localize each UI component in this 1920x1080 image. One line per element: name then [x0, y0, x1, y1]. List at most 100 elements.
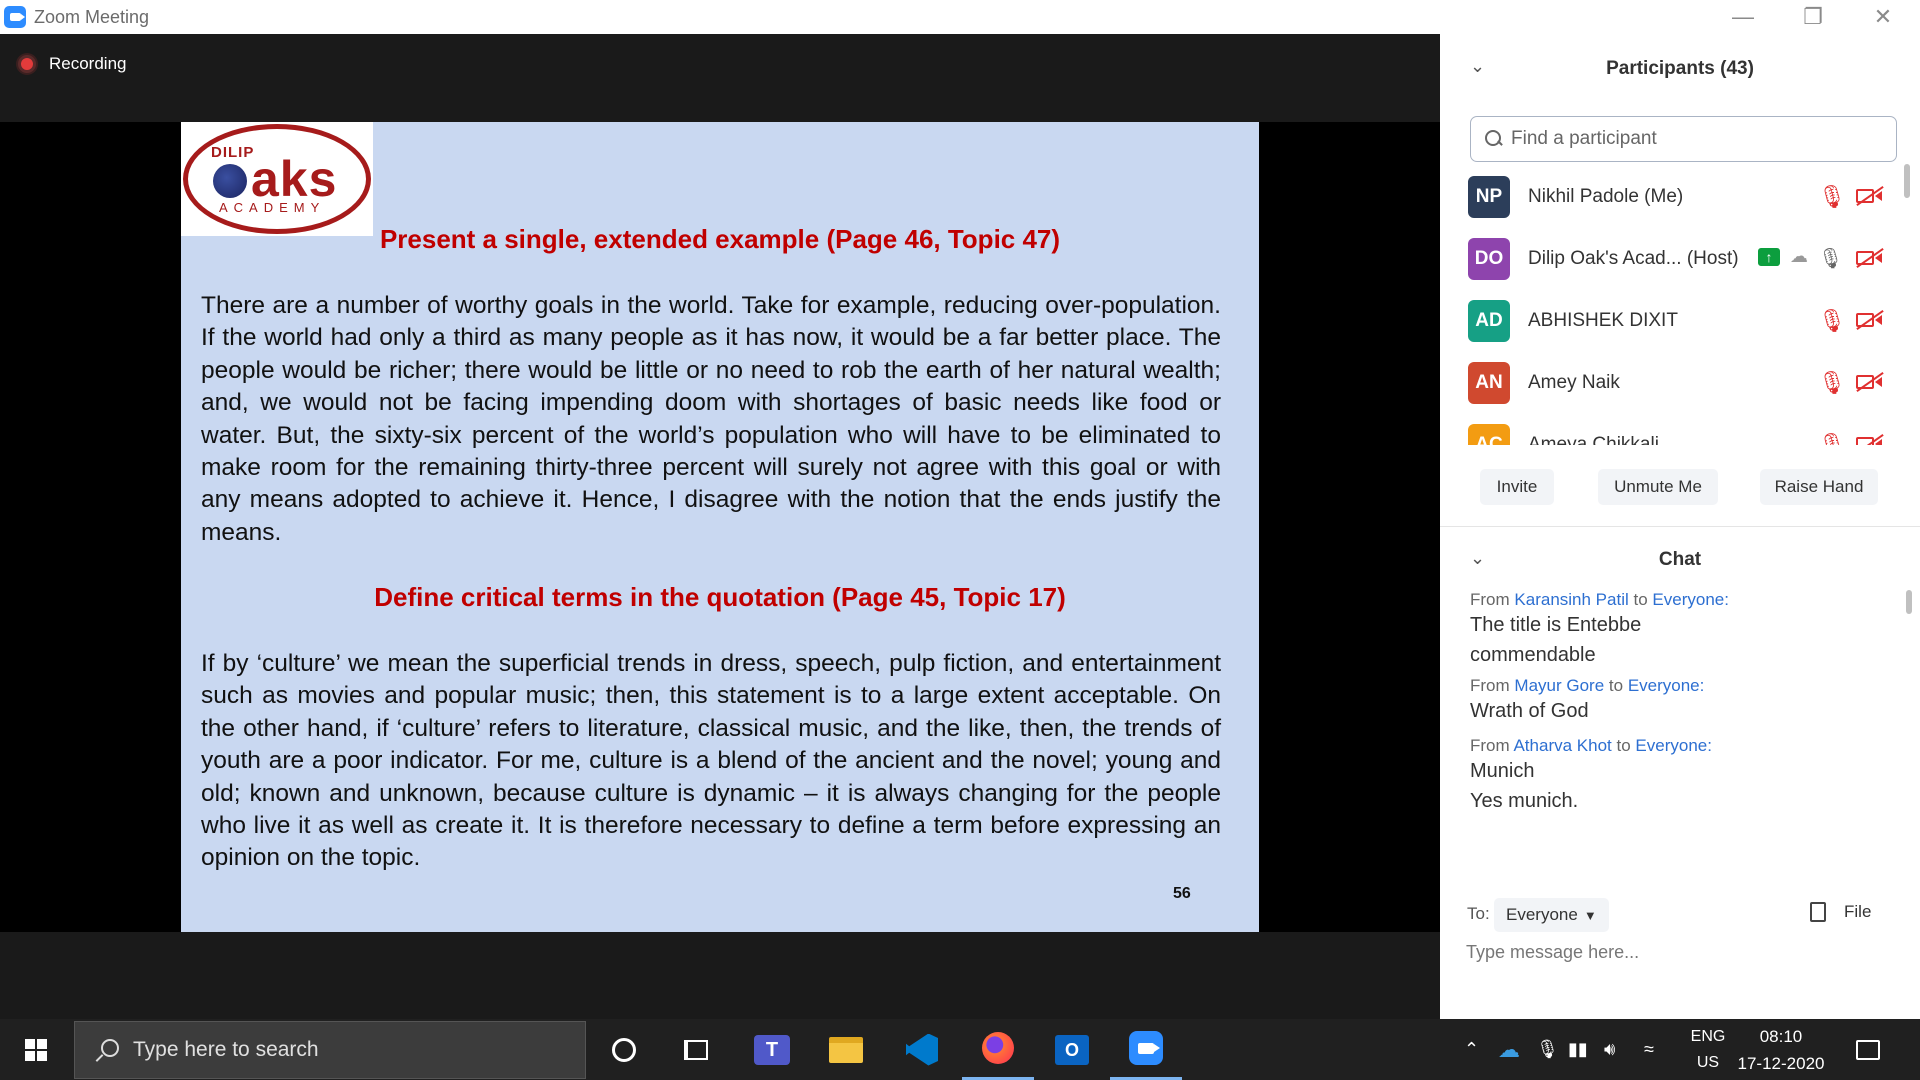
find-participant-input[interactable] — [1511, 128, 1891, 150]
volume-icon[interactable]: 🔊︎ — [1604, 1019, 1615, 1080]
logo-text-top: DILIP — [211, 144, 255, 161]
file-label: File — [1844, 902, 1872, 921]
microphone-icon[interactable]: 🎙︎ — [1536, 1019, 1559, 1080]
unmute-me-button[interactable]: Unmute Me — [1598, 469, 1718, 505]
recording-indicator[interactable]: Recording — [18, 54, 127, 74]
avatar: AN — [1468, 362, 1510, 404]
meeting-view: Recording DILIP aks ACADEMY Present a si… — [0, 34, 1440, 1019]
language-code: ENG — [1690, 1027, 1726, 1045]
slide-paragraph-1: There are a number of worthy goals in th… — [201, 292, 1221, 546]
start-button[interactable] — [0, 1019, 72, 1080]
mic-muted-icon[interactable]: 🎙︎ — [1818, 432, 1846, 445]
minimize-button[interactable]: — — [1708, 0, 1778, 34]
firefox-button[interactable] — [962, 1019, 1034, 1080]
to-label: To: — [1467, 904, 1490, 923]
participants-header: ⌄ Participants (43) — [1440, 34, 1920, 104]
battery-icon[interactable]: ▮▮ — [1568, 1019, 1588, 1080]
cloud-recording-icon: ☁ — [1790, 246, 1808, 266]
participant-list-scrollbar[interactable] — [1904, 164, 1910, 484]
slide-heading-1: Present a single, extended example (Page… — [379, 224, 1061, 254]
onedrive-icon[interactable]: ☁ — [1498, 1019, 1520, 1080]
recipient-name[interactable]: Everyone — [1652, 590, 1724, 609]
logo-text-bottom: ACADEMY — [219, 200, 326, 215]
participant-row[interactable]: DO Dilip Oak's Acad... (Host) ↑ ☁ 🎙︎ — [1440, 236, 1908, 298]
recipient-select[interactable]: Everyone ▼ — [1494, 898, 1609, 932]
screen-share-icon: ↑ — [1758, 248, 1780, 266]
participant-row[interactable]: AN Amey Naik 🎙︎ — [1440, 360, 1908, 422]
recipient-name[interactable]: Everyone — [1628, 676, 1700, 695]
chat-message-input[interactable] — [1466, 942, 1886, 963]
clock[interactable]: 08:10 17-12-2020 — [1726, 1019, 1836, 1080]
teams-button[interactable]: T — [736, 1019, 808, 1080]
zoom-app-icon — [4, 6, 26, 28]
participant-name: ABHISHEK DIXIT — [1528, 310, 1678, 331]
chat-message-text: The title is Entebbe — [1470, 614, 1642, 636]
zoom-taskbar-button[interactable] — [1110, 1019, 1182, 1080]
restore-button[interactable]: ❐ — [1778, 0, 1848, 34]
task-view-icon — [684, 1039, 708, 1060]
chevron-down-icon: ▼ — [1583, 907, 1597, 923]
participant-name: Dilip Oak's Acad... (Host) — [1528, 248, 1739, 269]
video-off-icon[interactable] — [1856, 310, 1884, 330]
scrollbar-thumb[interactable] — [1906, 590, 1912, 614]
avatar: NP — [1468, 176, 1510, 218]
sender-name[interactable]: Atharva Khot — [1513, 736, 1611, 755]
recipient-select-value: Everyone — [1506, 905, 1578, 924]
mic-on-icon[interactable]: 🎙︎ — [1818, 246, 1843, 271]
slide-page-number: 56 — [1173, 885, 1191, 902]
notification-center-button[interactable] — [1856, 1019, 1886, 1080]
chat-scrollbar[interactable] — [1906, 590, 1912, 900]
cortana-icon — [612, 1037, 636, 1062]
chat-messages[interactable]: From Karansinh Patil to Everyone: The ti… — [1440, 590, 1908, 910]
zoom-icon — [1129, 1031, 1163, 1065]
video-off-icon[interactable] — [1856, 372, 1884, 392]
chat-message-header: From Mayur Gore to Everyone: — [1470, 676, 1705, 695]
presentation-slide: DILIP aks ACADEMY Present a single, exte… — [181, 122, 1259, 932]
mic-muted-icon[interactable]: 🎙︎ — [1818, 308, 1846, 334]
video-off-icon[interactable] — [1856, 248, 1884, 268]
participant-row[interactable]: AC Ameya Chikkali 🎙︎ — [1440, 422, 1908, 445]
recipient-name[interactable]: Everyone — [1635, 736, 1707, 755]
video-off-icon[interactable] — [1856, 434, 1884, 445]
chat-message-text: commendable — [1470, 644, 1596, 666]
notification-icon — [1856, 1039, 1880, 1060]
from-word: From — [1470, 676, 1510, 695]
outlook-button[interactable]: O — [1036, 1019, 1108, 1080]
mic-muted-icon[interactable]: 🎙︎ — [1818, 184, 1846, 210]
participant-row[interactable]: NP Nikhil Padole (Me) 🎙︎ — [1440, 174, 1908, 236]
participant-name: Nikhil Padole (Me) — [1528, 186, 1684, 207]
close-button[interactable]: ✕ — [1848, 0, 1918, 34]
task-view-button[interactable] — [660, 1019, 732, 1080]
participant-row[interactable]: AD ABHISHEK DIXIT 🎙︎ — [1440, 298, 1908, 360]
sender-name[interactable]: Mayur Gore — [1514, 676, 1604, 695]
raise-hand-button[interactable]: Raise Hand — [1760, 469, 1878, 505]
clock-time: 08:10 — [1759, 1026, 1803, 1046]
video-off-icon[interactable] — [1856, 186, 1884, 206]
taskbar-search[interactable]: Type here to search — [74, 1021, 586, 1079]
avatar: AD — [1468, 300, 1510, 342]
cortana-button[interactable] — [588, 1019, 660, 1080]
academy-logo: DILIP aks ACADEMY — [181, 122, 373, 236]
chat-message-text: Munich — [1470, 760, 1535, 782]
sender-name[interactable]: Karansinh Patil — [1514, 590, 1628, 609]
taskbar-search-placeholder: Type here to search — [133, 1038, 319, 1061]
taskbar: Type here to search T O ⌃ ☁ 🎙︎ ▮▮ 🔊︎ ≈ E… — [0, 1019, 1920, 1080]
chat-title: Chat — [1658, 549, 1702, 570]
avatar: AC — [1468, 424, 1510, 445]
find-participant-box[interactable] — [1470, 116, 1897, 162]
mic-muted-icon[interactable]: 🎙︎ — [1818, 370, 1846, 396]
network-icon[interactable]: ≈ — [1644, 1019, 1654, 1080]
scrollbar-thumb[interactable] — [1904, 164, 1910, 198]
show-hidden-icons-chevron-icon[interactable]: ⌃ — [1464, 1019, 1479, 1080]
file-button[interactable]: File — [1810, 902, 1871, 922]
participant-list[interactable]: NP Nikhil Padole (Me) 🎙︎ DO Dilip Oak's … — [1440, 174, 1908, 445]
invite-button[interactable]: Invite — [1480, 469, 1554, 505]
participant-name: Amey Naik — [1528, 372, 1620, 393]
file-explorer-button[interactable] — [810, 1019, 882, 1080]
windows-icon — [25, 1038, 47, 1061]
slide-heading-2: Define critical terms in the quotation (… — [374, 582, 1066, 612]
vscode-button[interactable] — [886, 1019, 958, 1080]
chat-message-header: From Atharva Khot to Everyone: — [1470, 736, 1712, 755]
file-explorer-icon — [829, 1036, 863, 1063]
to-word: to — [1608, 676, 1624, 695]
